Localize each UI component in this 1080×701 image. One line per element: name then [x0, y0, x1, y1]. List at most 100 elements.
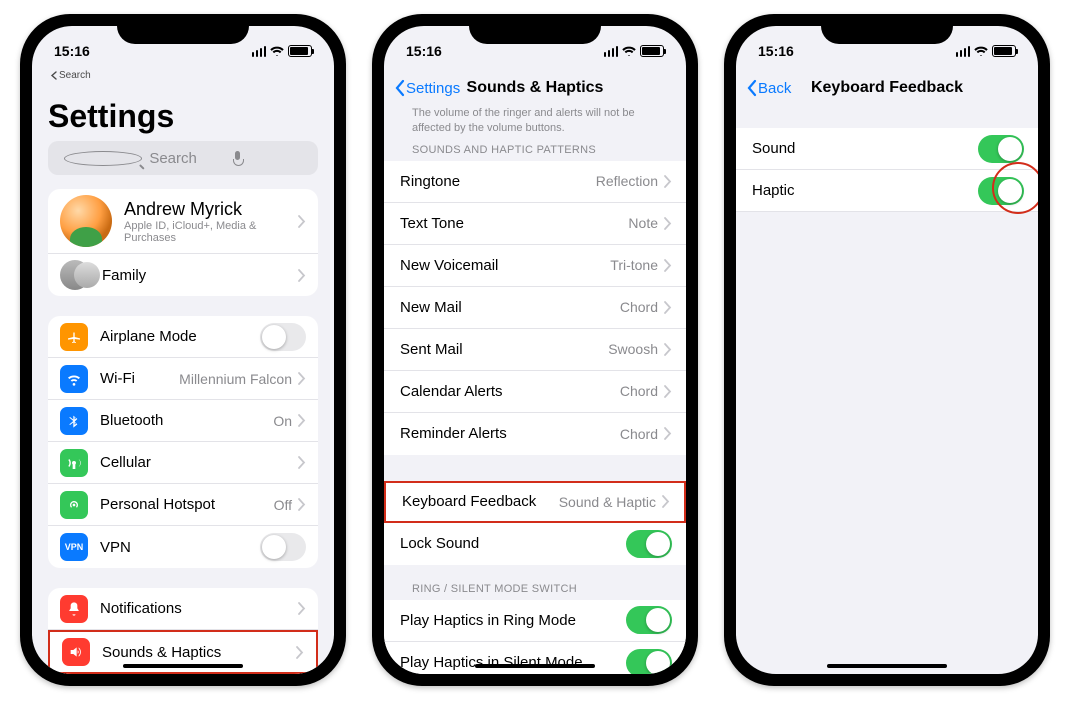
profile-row[interactable]: Andrew Myrick Apple ID, iCloud+, Media &…: [48, 189, 318, 254]
row-reminder-alerts[interactable]: Reminder Alerts Chord: [384, 413, 686, 455]
toggle[interactable]: [978, 135, 1024, 163]
phone-settings: 15:16 Search Settings Search: [20, 14, 346, 686]
notch: [117, 14, 249, 44]
row-hotspot[interactable]: Personal HotspotOff: [48, 484, 318, 526]
signal-icon: [252, 46, 267, 57]
wifi-icon: [60, 365, 88, 393]
family-avatars: [60, 260, 90, 290]
toggle[interactable]: [978, 177, 1024, 205]
row-label: Notifications: [100, 600, 182, 617]
row-value: Tri-tone: [610, 257, 658, 273]
row-value: Note: [628, 215, 658, 231]
hotspot-icon: [60, 491, 88, 519]
status-time: 15:16: [54, 43, 90, 59]
row-value: Chord: [620, 426, 658, 442]
sounds-icon: [62, 638, 90, 666]
battery-icon: [992, 45, 1016, 57]
status-time: 15:16: [758, 43, 794, 59]
row-label: Play Haptics in Ring Mode: [400, 612, 576, 629]
search-placeholder: Search: [149, 150, 225, 167]
family-row[interactable]: Family: [48, 254, 318, 296]
wifi-icon: [270, 46, 284, 57]
nav-bar: Settings Sounds & Haptics: [384, 68, 686, 108]
row-label: Haptic: [752, 182, 795, 199]
signal-icon: [956, 46, 971, 57]
vpn-icon: VPN: [60, 533, 88, 561]
row-value: Millennium Falcon: [179, 371, 292, 387]
row-calendar-alerts[interactable]: Calendar AlertsChord: [384, 371, 686, 413]
row-label: Lock Sound: [400, 535, 479, 552]
row-label: Bluetooth: [100, 412, 163, 429]
battery-icon: [640, 45, 664, 57]
airplane-icon: [60, 323, 88, 351]
toggle[interactable]: [626, 649, 672, 674]
screen: 15:16 Back Keyboard Feedback Sound Haptic: [736, 26, 1038, 674]
screen: 15:16 Search Settings Search: [32, 26, 334, 674]
row-new-mail[interactable]: New Mail Chord: [384, 287, 686, 329]
row-label: New Mail: [400, 299, 462, 316]
row-label: Personal Hotspot: [100, 496, 215, 513]
row-text-tone[interactable]: Text Tone Note: [384, 203, 686, 245]
phone-keyboard-feedback: 15:16 Back Keyboard Feedback Sound Haptic: [724, 14, 1050, 686]
row-sent-mail[interactable]: Sent MailSwoosh: [384, 329, 686, 371]
nav-bar: Back Keyboard Feedback: [736, 68, 1038, 108]
content: Back Keyboard Feedback Sound Haptic: [736, 68, 1038, 674]
row-bt[interactable]: BluetoothOn: [48, 400, 318, 442]
profile-sub: Apple ID, iCloud+, Media & Purchases: [124, 220, 298, 244]
signal-icon: [604, 46, 619, 57]
page-title: Settings: [48, 98, 318, 135]
toggle[interactable]: [626, 606, 672, 634]
notch: [821, 14, 953, 44]
row-label: Calendar Alerts: [400, 383, 503, 400]
row-cell[interactable]: Cellular: [48, 442, 318, 484]
home-indicator[interactable]: [827, 664, 947, 668]
content: Settings Sounds & Haptics The volume of …: [384, 68, 686, 674]
search-icon: [64, 151, 142, 166]
row-notif[interactable]: Notifications: [48, 588, 318, 630]
profile-card: Andrew Myrick Apple ID, iCloud+, Media &…: [48, 189, 318, 296]
toggle[interactable]: [260, 323, 306, 351]
content: Settings Search Andrew Myrick Apple ID, …: [32, 68, 334, 674]
patterns-header: SOUNDS AND HAPTIC PATTERNS: [412, 144, 658, 156]
screen: 15:16 Settings Sounds & Haptics The volu…: [384, 26, 686, 674]
home-indicator[interactable]: [123, 664, 243, 668]
avatar: [60, 195, 112, 247]
status-time: 15:16: [406, 43, 442, 59]
ringsilent-group: Play Haptics in Ring Mode Play Haptics in…: [384, 600, 686, 674]
row-play-haptics-in-silent-mode[interactable]: Play Haptics in Silent Mode: [384, 642, 686, 674]
home-indicator[interactable]: [475, 664, 595, 668]
battery-icon: [288, 45, 312, 57]
mic-icon[interactable]: [233, 151, 309, 166]
back-button[interactable]: Back: [746, 79, 791, 97]
row-wifi[interactable]: Wi-Fi Millennium Falcon: [48, 358, 318, 400]
row-lock-sound[interactable]: Lock Sound: [384, 523, 686, 565]
row-ringtone[interactable]: RingtoneReflection: [384, 161, 686, 203]
search-input[interactable]: Search: [48, 141, 318, 175]
row-haptic[interactable]: Haptic: [736, 170, 1038, 212]
row-new-voicemail[interactable]: New VoicemailTri-tone: [384, 245, 686, 287]
back-button[interactable]: Settings: [394, 79, 460, 97]
toggle[interactable]: [626, 530, 672, 558]
row-label: VPN: [100, 539, 131, 556]
row-vpn[interactable]: VPN VPN: [48, 526, 318, 568]
row-keyboard-feedback[interactable]: Keyboard FeedbackSound & Haptic: [384, 481, 686, 523]
row-airplane[interactable]: Airplane Mode: [48, 316, 318, 358]
row-label: Cellular: [100, 454, 151, 471]
notch: [469, 14, 601, 44]
connectivity-group: Airplane Mode Wi-Fi Millennium Falcon Bluet…: [48, 316, 318, 568]
cell-icon: [60, 449, 88, 477]
toggle[interactable]: [260, 533, 306, 561]
row-label: Wi-Fi: [100, 370, 135, 387]
wifi-icon: [622, 46, 636, 57]
row-value: Chord: [620, 299, 658, 315]
row-label: Reminder Alerts: [400, 425, 507, 442]
row-sound[interactable]: Sound: [736, 128, 1038, 170]
bt-icon: [60, 407, 88, 435]
row-play-haptics-in-ring-mode[interactable]: Play Haptics in Ring Mode: [384, 600, 686, 642]
profile-name: Andrew Myrick: [124, 199, 298, 220]
row-label: Play Haptics in Silent Mode: [400, 654, 583, 671]
row-label: Text Tone: [400, 215, 464, 232]
row-value: Sound & Haptic: [559, 494, 656, 510]
row-label: Sounds & Haptics: [102, 644, 221, 661]
attention-group: NotificationsSounds & HapticsFocusScreen…: [48, 588, 318, 674]
